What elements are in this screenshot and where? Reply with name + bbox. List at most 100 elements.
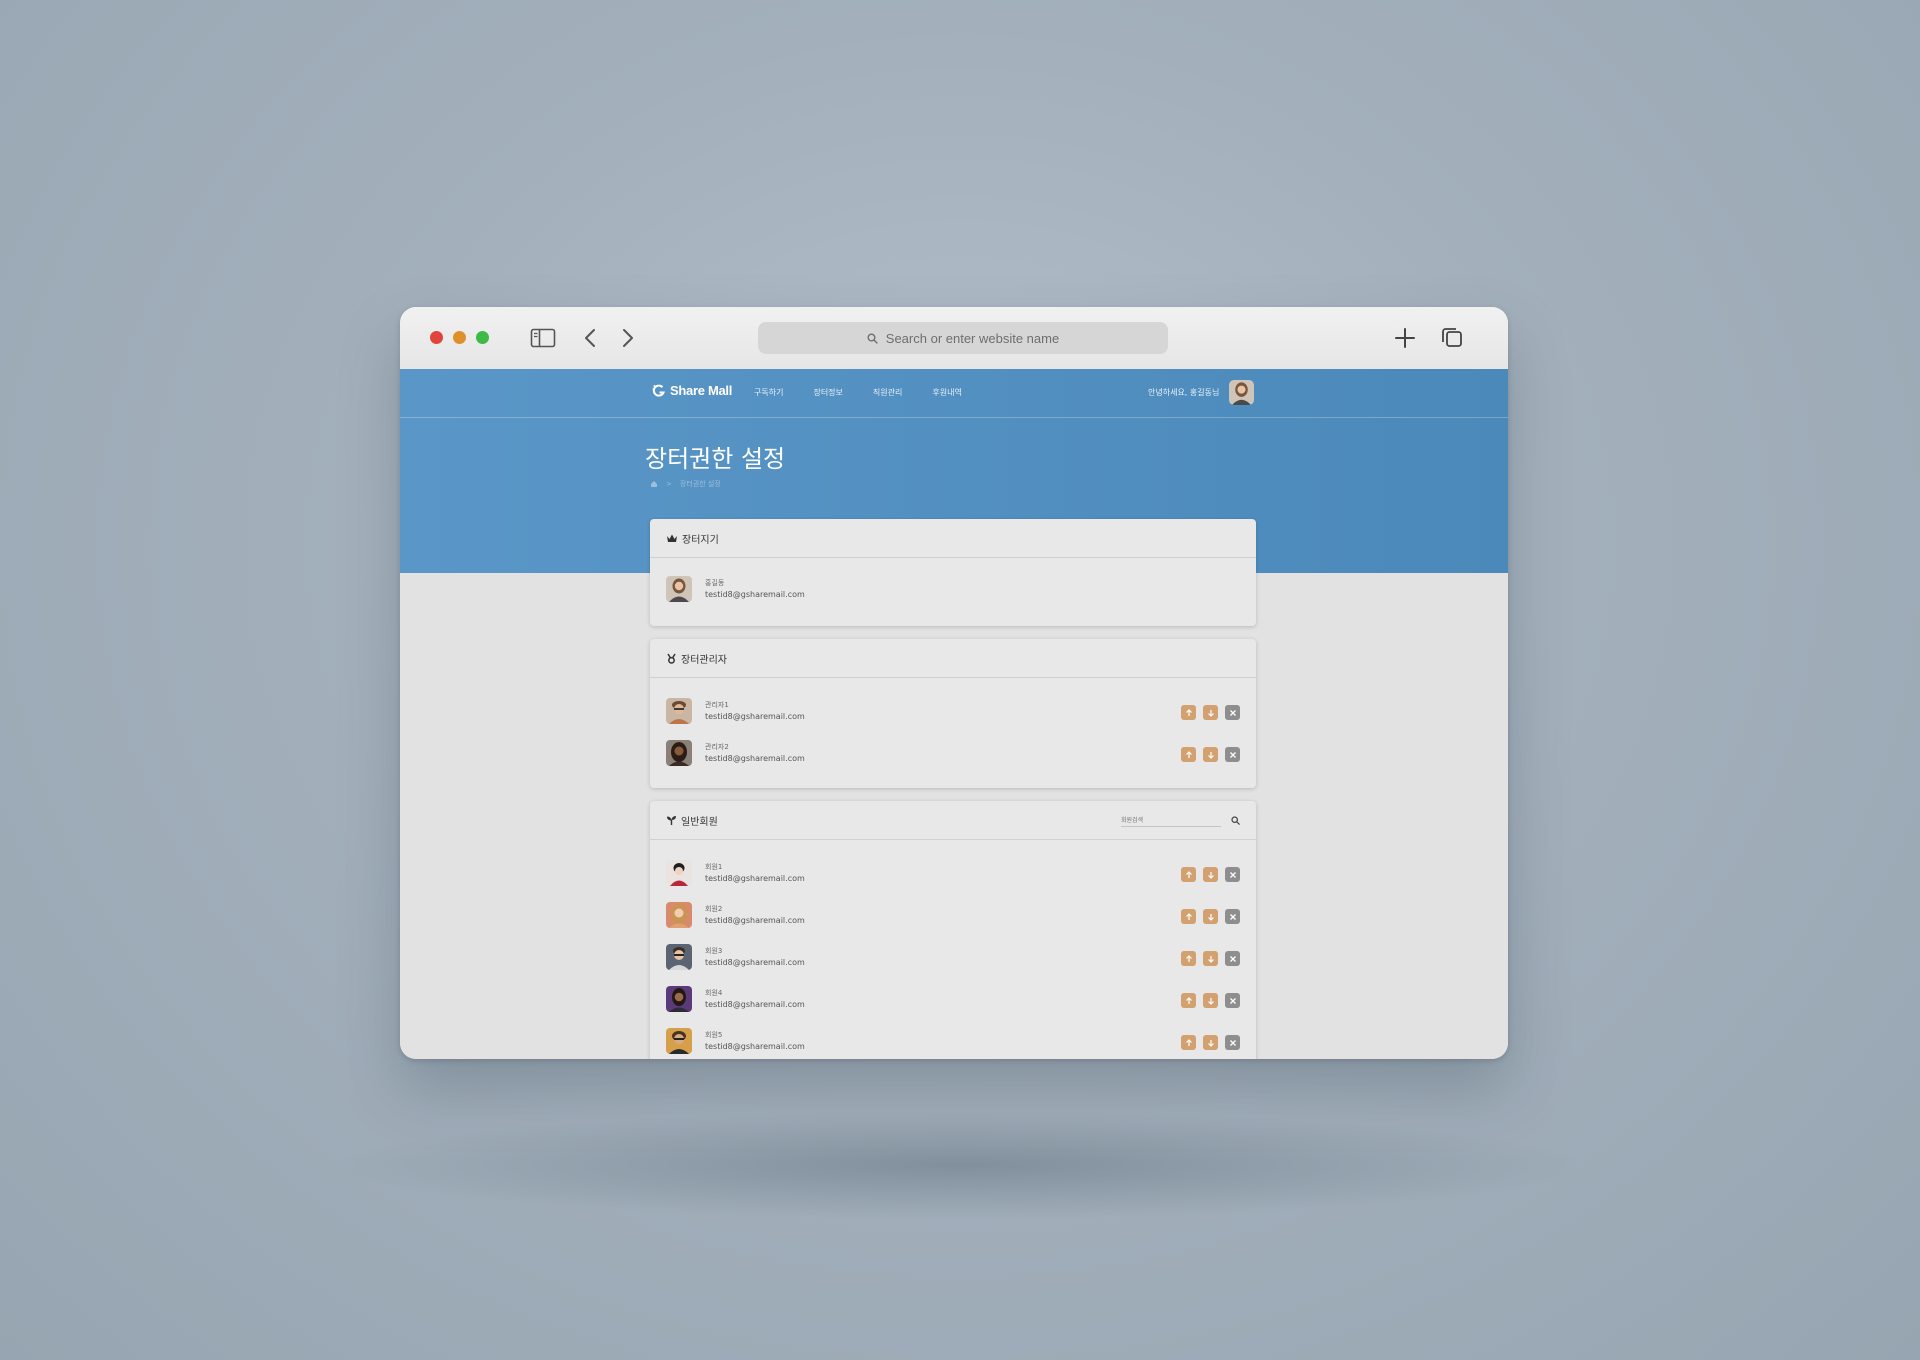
member-card: 일반회원 회원1 testid8@gsharemail.com [650,801,1256,1059]
remove-button[interactable] [1225,867,1240,882]
promote-button[interactable] [1181,1035,1196,1050]
remove-button[interactable] [1225,747,1240,762]
member-email: testid8@gsharemail.com [705,916,805,925]
nav-link-donations[interactable]: 후원내역 [932,387,961,398]
nav-link-market-info[interactable]: 장터정보 [813,387,842,398]
member-row: 회원4 testid8@gsharemail.com [650,978,1256,1020]
owner-card-title: 장터지기 [682,534,719,546]
search-icon[interactable] [1231,816,1240,825]
breadcrumb-current: 장터권한 설정 [679,480,721,488]
member-email: testid8@gsharemail.com [705,712,805,721]
member-email: testid8@gsharemail.com [705,874,805,883]
arrow-down-icon [1207,1039,1214,1047]
remove-button[interactable] [1225,909,1240,924]
close-icon [1229,871,1236,878]
owner-card-header: 장터지기 [650,519,1256,558]
arrow-up-icon [1185,996,1192,1004]
web-page: Share Mall 구독하기 장터정보 직원관리 후원내역 안녕하세요, 홍길… [400,369,1508,1059]
close-icon [1229,1039,1236,1046]
arrow-down-icon [1207,709,1214,717]
close-icon [1229,751,1236,758]
promote-button[interactable] [1181,993,1196,1008]
member-email: testid8@gsharemail.com [705,754,805,763]
row-actions [1181,705,1240,720]
promote-button[interactable] [1181,951,1196,966]
member-email: testid8@gsharemail.com [705,958,805,967]
home-icon[interactable] [650,480,658,488]
row-actions [1181,951,1240,966]
zoom-window-button[interactable] [476,331,489,344]
promote-button[interactable] [1181,909,1196,924]
nav-link-subscribe[interactable]: 구독하기 [754,387,783,398]
close-icon [1229,913,1236,920]
nav-link-staff[interactable]: 직원관리 [873,387,902,398]
demote-button[interactable] [1203,867,1218,882]
row-actions [1181,867,1240,882]
logo-icon [652,384,665,397]
member-row: 회원1 testid8@gsharemail.com [650,852,1256,894]
avatar [666,860,692,886]
demote-button[interactable] [1203,705,1218,720]
close-icon [1229,709,1236,716]
demote-button[interactable] [1203,909,1218,924]
crown-icon [667,534,677,542]
admin-row: 관리자2 testid8@gsharemail.com [650,732,1256,774]
close-window-button[interactable] [430,331,443,344]
remove-button[interactable] [1225,705,1240,720]
minimize-window-button[interactable] [453,331,466,344]
admin-row: 관리자1 testid8@gsharemail.com [650,690,1256,732]
nav-links: 구독하기 장터정보 직원관리 후원내역 [754,387,962,398]
row-actions [1181,1035,1240,1050]
page-title: 장터권한 설정 [645,445,786,473]
avatar [666,576,692,602]
top-nav: Share Mall 구독하기 장터정보 직원관리 후원내역 안녕하세요, 홍길… [400,369,1508,418]
remove-button[interactable] [1225,951,1240,966]
breadcrumb: > 장터권한 설정 [650,479,721,489]
avatar [666,740,692,766]
member-card-header: 일반회원 [650,801,1256,840]
member-name: 회원1 [705,863,723,871]
promote-button[interactable] [1181,867,1196,882]
admin-card: 장터관리자 관리자1 testid8@gsharemail.com 관리자2 t… [650,639,1256,788]
demote-button[interactable] [1203,993,1218,1008]
address-placeholder: Search or enter website name [885,330,1060,346]
remove-button[interactable] [1225,1035,1240,1050]
member-card-title: 일반회원 [681,816,718,828]
logo[interactable]: Share Mall [652,383,732,398]
address-bar[interactable]: Search or enter website name [758,322,1168,354]
chevron-right-icon: > [666,480,672,488]
demote-button[interactable] [1203,951,1218,966]
search-icon [867,333,878,344]
promote-button[interactable] [1181,705,1196,720]
member-row: 회원5 testid8@gsharemail.com [650,1020,1256,1059]
back-arrow-icon[interactable] [578,326,604,350]
owner-card: 장터지기 홍길동 testid8@gsharemail.com [650,519,1256,626]
user-avatar[interactable] [1229,380,1254,405]
member-email: testid8@gsharemail.com [705,1000,805,1009]
member-name: 관리자1 [705,701,729,709]
logo-text: Share Mall [670,383,733,398]
arrow-up-icon [1185,912,1192,920]
arrow-down-icon [1207,955,1214,963]
promote-button[interactable] [1181,747,1196,762]
browser-window: Search or enter website name Share Mall … [400,307,1508,1059]
remove-button[interactable] [1225,993,1240,1008]
forward-arrow-icon[interactable] [614,326,640,350]
user-greeting: 안녕하세요, 홍길동님 [1148,388,1220,397]
sidebar-icon[interactable] [530,326,556,350]
member-row: 회원2 testid8@gsharemail.com [650,894,1256,936]
member-name: 관리자2 [705,743,729,751]
member-search-input[interactable] [1121,814,1221,827]
tab-overview-icon[interactable] [1439,326,1465,350]
arrow-down-icon [1207,997,1214,1005]
admin-card-title: 장터관리자 [681,654,727,666]
arrow-up-icon [1185,870,1192,878]
row-actions [1181,747,1240,762]
avatar [666,986,692,1012]
browser-toolbar: Search or enter website name [400,307,1508,370]
demote-button[interactable] [1203,747,1218,762]
avatar [666,1028,692,1054]
member-row: 회원3 testid8@gsharemail.com [650,936,1256,978]
plus-icon[interactable] [1392,326,1418,350]
demote-button[interactable] [1203,1035,1218,1050]
